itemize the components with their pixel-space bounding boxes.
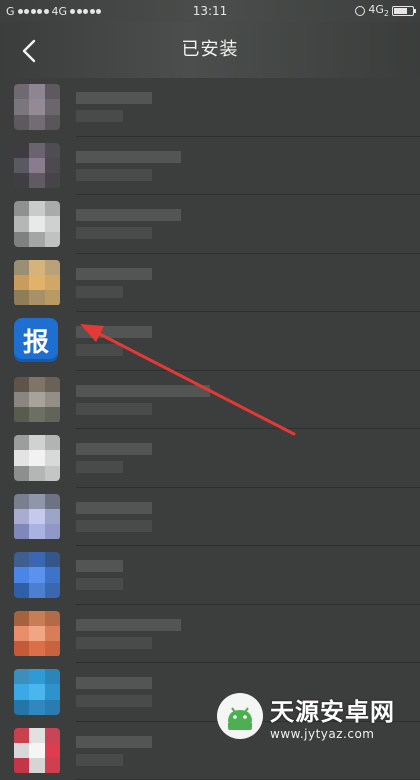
watermark: 天源安卓网 www.jytyaz.com [216, 688, 420, 744]
installed-app-list[interactable]: 报 [0, 78, 420, 780]
signal-strength-icon-2 [70, 9, 101, 14]
app-icon [14, 494, 60, 540]
app-name-redacted [76, 502, 152, 532]
app-name-redacted [76, 92, 152, 122]
app-name-redacted [76, 736, 152, 766]
app-icon [14, 377, 60, 423]
watermark-url: www.jytyaz.com [270, 727, 395, 741]
app-icon [14, 435, 60, 481]
app-icon [14, 84, 60, 130]
app-icon [14, 260, 60, 306]
app-icon [14, 143, 60, 189]
app-icon [14, 611, 60, 657]
app-list-item[interactable] [0, 605, 420, 664]
network-type-right: 4G2 [368, 3, 389, 18]
status-left: G 4G [6, 5, 101, 18]
app-list-item[interactable] [0, 488, 420, 547]
app-list-item[interactable]: 报 [0, 312, 420, 371]
app-name-redacted [76, 151, 181, 181]
app-icon [14, 669, 60, 715]
app-name-redacted [76, 326, 152, 356]
app-name-redacted [76, 268, 152, 298]
app-name-redacted [76, 209, 181, 239]
app-list-item[interactable] [0, 429, 420, 488]
app-name-redacted [76, 619, 181, 649]
app-list-item[interactable] [0, 195, 420, 254]
app-icon [14, 552, 60, 598]
app-list-item[interactable] [0, 254, 420, 313]
watermark-text: 天源安卓网 www.jytyaz.com [270, 692, 395, 741]
app-name-redacted [76, 385, 210, 415]
page-title: 已安装 [0, 22, 420, 78]
app-name-redacted [76, 677, 152, 707]
news-app-icon: 报 [14, 318, 58, 362]
battery-icon [392, 6, 414, 16]
carrier-label: G [6, 5, 15, 18]
app-icon [14, 728, 60, 774]
app-list-item[interactable] [0, 137, 420, 196]
app-list-item[interactable] [0, 78, 420, 137]
network-type-left: 4G [52, 5, 68, 18]
status-right: 4G2 [355, 3, 414, 18]
alarm-icon [355, 6, 365, 16]
top-app-bar: 已安装 [0, 22, 420, 78]
app-list-item[interactable] [0, 371, 420, 430]
signal-strength-icon [18, 9, 49, 14]
app-icon [14, 201, 60, 247]
android-robot-icon [216, 692, 264, 740]
app-list-item[interactable] [0, 546, 420, 605]
app-name-redacted [76, 560, 123, 590]
status-bar: G 4G 13:11 4G2 [0, 0, 420, 22]
app-name-redacted [76, 443, 152, 473]
watermark-name: 天源安卓网 [270, 692, 395, 727]
